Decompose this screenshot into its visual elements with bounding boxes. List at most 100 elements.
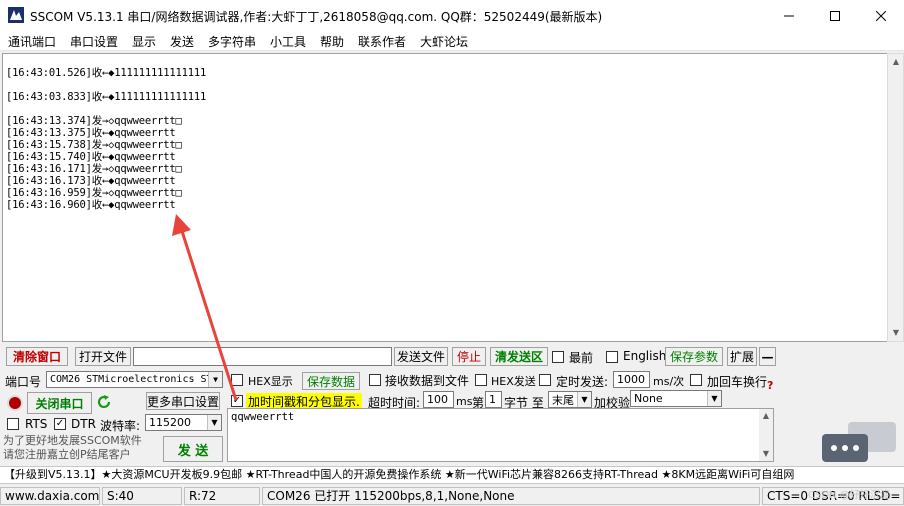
menu-comm-port[interactable]: 通讯端口 — [8, 33, 56, 50]
save-data-button[interactable]: 保存数据 — [302, 372, 360, 390]
maximize-icon — [830, 10, 840, 21]
chevron-down-icon: ▼ — [208, 372, 222, 387]
timed-unit-label: ms/次 — [653, 375, 685, 388]
receive-scrollbar[interactable]: ▲ ▼ — [887, 53, 904, 342]
hex-send-label: HEX发送 — [491, 375, 536, 388]
menu-serial-settings[interactable]: 串口设置 — [70, 33, 118, 50]
timeout-unit-label: ms — [456, 395, 473, 408]
english-label: English — [623, 349, 667, 363]
toolbar: 清除窗口 打开文件 发送文件 停止 清发送区 最前 English 保存参数 扩… — [0, 346, 904, 368]
timestamp-checkbox[interactable]: ✓ — [231, 395, 243, 407]
minimize-icon — [784, 15, 794, 16]
rts-checkbox[interactable] — [7, 418, 19, 430]
close-icon — [876, 10, 886, 21]
chevron-down-icon: ▼ — [207, 415, 221, 430]
hex-display-checkbox[interactable] — [231, 374, 243, 386]
file-path-input[interactable] — [133, 347, 392, 366]
port-status-led-icon — [7, 395, 23, 411]
status-url[interactable]: www.daxia.com — [0, 487, 100, 505]
status-port-info: COM26 已打开 115200bps,8,1,None,None — [262, 487, 760, 505]
timeout-input[interactable]: 100 — [423, 391, 454, 408]
scroll-up-icon[interactable]: ▲ — [761, 411, 771, 421]
recv-to-file-label: 接收数据到文件 — [385, 374, 470, 388]
checksum-select[interactable]: None ▼ — [630, 390, 722, 407]
menu-contact-author[interactable]: 联系作者 — [358, 33, 406, 50]
english-checkbox[interactable] — [606, 351, 618, 363]
scroll-down-icon[interactable]: ▼ — [891, 328, 901, 338]
checksum-select-value: None — [634, 392, 663, 405]
baud-select-value: 115200 — [149, 416, 191, 429]
timed-interval-input[interactable]: 1000 — [613, 371, 650, 388]
send-file-button[interactable]: 发送文件 — [394, 347, 448, 366]
topmost-label: 最前 — [569, 351, 594, 365]
send-text-area[interactable]: qqwweerrtt — [227, 408, 774, 462]
log-line: [16:43:01.526]收←◆111111111111111 — [6, 67, 207, 79]
menu-display[interactable]: 显示 — [132, 33, 156, 50]
watermark-text: CSDN @好好沉淀 — [808, 490, 890, 501]
scroll-down-icon[interactable]: ▼ — [761, 449, 771, 459]
close-button[interactable] — [858, 0, 904, 31]
byte-index-input[interactable]: 1 — [485, 391, 502, 408]
menu-tools[interactable]: 小工具 — [270, 33, 306, 50]
hex-display-label: HEX显示 — [248, 375, 293, 388]
expand-button[interactable]: 扩展 — [727, 347, 757, 366]
refresh-icon[interactable] — [96, 394, 112, 410]
more-serial-settings-button[interactable]: 更多串口设置 — [146, 392, 220, 410]
send-button[interactable]: 发 送 — [163, 436, 223, 462]
promo-ticker[interactable]: 【升级到V5.13.1】★大资源MCU开发板9.9包邮 ★RT-Thread中国… — [0, 466, 904, 484]
end-select-value: 末尾 — [552, 393, 574, 407]
menu-send[interactable]: 发送 — [170, 33, 194, 50]
rts-label: RTS — [25, 417, 48, 431]
open-file-button[interactable]: 打开文件 — [75, 347, 131, 366]
menu-forum[interactable]: 大虾论坛 — [420, 33, 468, 50]
menu-multi-string[interactable]: 多字符串 — [208, 33, 256, 50]
help-question-icon[interactable]: ? — [767, 379, 773, 392]
clear-send-button[interactable]: 清发送区 — [490, 347, 548, 366]
add-crlf-checkbox[interactable] — [690, 374, 702, 386]
send-scrollbar[interactable]: ▲ ▼ — [759, 409, 773, 461]
window-title: SSCOM V5.13.1 串口/网络数据调试器,作者:大虾丁丁,2618058… — [30, 10, 603, 24]
chevron-down-icon: ▼ — [707, 391, 721, 406]
chat-bubble-icon[interactable] — [822, 422, 896, 466]
port-select[interactable]: COM26 STMicroelectronics ST ▼ — [46, 371, 223, 388]
menu-bar: 通讯端口 串口设置 显示 发送 多字符串 小工具 帮助 联系作者 大虾论坛 — [0, 31, 904, 51]
title-bar: SSCOM V5.13.1 串口/网络数据调试器,作者:大虾丁丁,2618058… — [0, 0, 904, 31]
log-line: [16:43:16.960]收←◆qqwweerrtt — [6, 199, 176, 211]
receive-text-area[interactable]: [16:43:01.526]收←◆111111111111111 [16:43:… — [2, 53, 888, 342]
port-select-value: COM26 STMicroelectronics ST — [50, 374, 213, 385]
hex-send-checkbox[interactable] — [475, 374, 487, 386]
promo-hint-text: 为了更好地发展SSCOM软件 请您注册嘉立创P结尾客户 — [3, 434, 142, 461]
maximize-button[interactable] — [812, 0, 858, 31]
log-line: [16:43:15.738]发→◇qqwweerrtt□ — [6, 139, 182, 151]
collapse-button[interactable]: — — [759, 347, 776, 366]
log-line: [16:43:16.959]发→◇qqwweerrtt□ — [6, 187, 182, 199]
app-logo-icon — [8, 7, 24, 23]
end-select[interactable]: 末尾 ▼ — [548, 391, 592, 408]
clear-window-button[interactable]: 清除窗口 — [6, 347, 68, 366]
minimize-button[interactable] — [766, 0, 812, 31]
stop-button[interactable]: 停止 — [452, 347, 486, 366]
close-port-button[interactable]: 关闭串口 — [27, 392, 92, 414]
chevron-down-icon: ▼ — [577, 392, 591, 407]
status-sent-count: S:40 — [102, 487, 182, 505]
recv-to-file-checkbox[interactable] — [369, 374, 381, 386]
status-recv-count: R:72 — [184, 487, 260, 505]
log-line: [16:43:16.171]发→◇qqwweerrtt□ — [6, 163, 182, 175]
timed-send-label: 定时发送: — [556, 375, 609, 389]
menu-help[interactable]: 帮助 — [320, 33, 344, 50]
scroll-up-icon[interactable]: ▲ — [891, 57, 901, 67]
port-label: 端口号 — [5, 375, 42, 389]
log-line: [16:43:15.740]收←◆qqwweerrtt — [6, 151, 176, 163]
baud-select[interactable]: 115200 ▼ — [145, 414, 222, 431]
status-bar: www.daxia.com S:40 R:72 COM26 已打开 115200… — [0, 486, 904, 506]
log-line: [16:43:13.374]发→◇qqwweerrtt□ — [6, 115, 182, 127]
topmost-checkbox[interactable] — [552, 351, 564, 363]
save-params-button[interactable]: 保存参数 — [665, 347, 723, 366]
baud-label: 波特率: — [100, 419, 141, 433]
dtr-checkbox[interactable]: ✓ — [54, 418, 66, 430]
dtr-label: DTR — [71, 417, 96, 431]
add-crlf-label: 加回车换行 — [707, 375, 768, 389]
timed-send-checkbox[interactable] — [539, 374, 551, 386]
log-line: [16:43:03.833]收←◆111111111111111 — [6, 91, 207, 103]
log-line: [16:43:16.173]收←◆qqwweerrtt — [6, 175, 176, 187]
